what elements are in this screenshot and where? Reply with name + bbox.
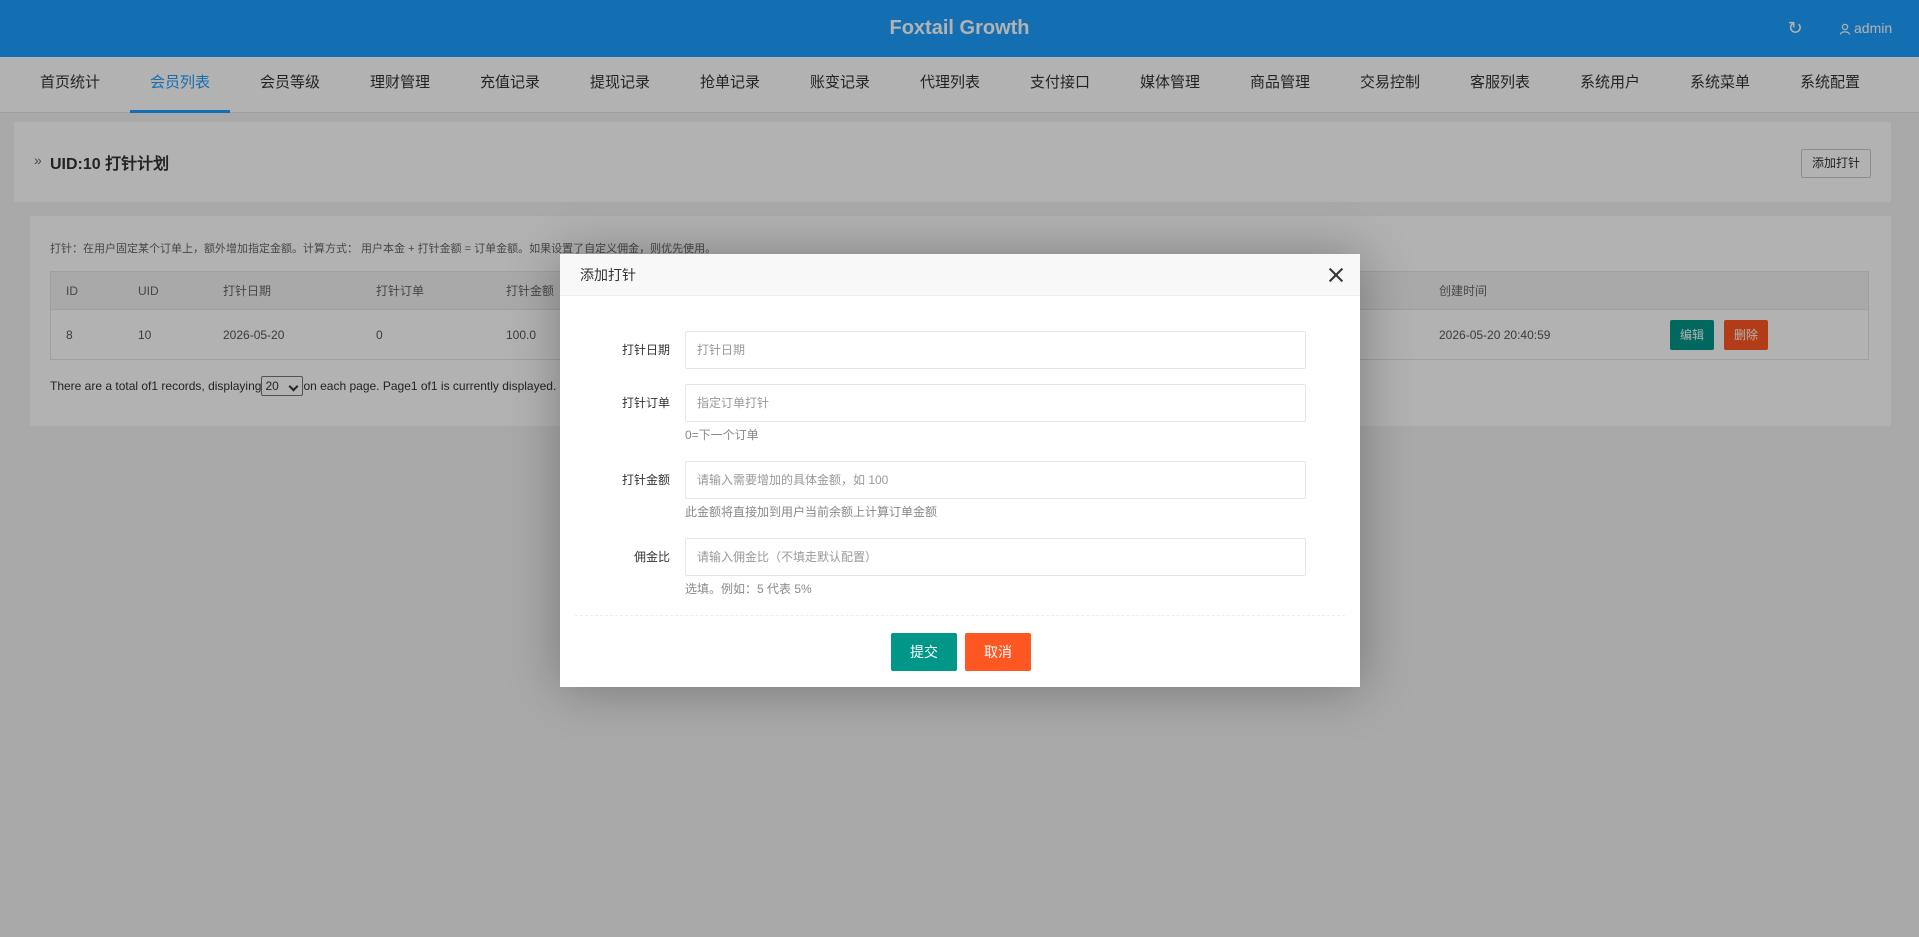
order-input[interactable] [685, 384, 1306, 422]
field-order-hint: 0=下一个订单 [685, 428, 759, 442]
amount-input[interactable] [685, 461, 1306, 499]
commission-input[interactable] [685, 538, 1306, 576]
submit-button[interactable]: 提交 [891, 633, 957, 671]
field-order-label: 打针订单 [621, 396, 670, 410]
cancel-button[interactable]: 取消 [965, 633, 1031, 671]
field-date-label: 打针日期 [621, 343, 670, 357]
field-commission-hint: 选填。例如：5 代表 5% [685, 582, 812, 596]
field-amount-label: 打针金额 [621, 473, 670, 487]
dialog-divider [575, 615, 1345, 616]
add-injection-dialog: 添加打针 打针日期 打针订单 0=下一个订单 打针金额 此金额将直接加到用户当前… [560, 254, 1360, 687]
close-icon[interactable] [1328, 267, 1344, 283]
field-commission-label: 佣金比 [633, 550, 670, 564]
dialog-title: 添加打针 [580, 267, 636, 283]
date-input[interactable] [685, 331, 1306, 369]
dialog-header: 添加打针 [560, 254, 1360, 296]
field-amount-hint: 此金额将直接加到用户当前余额上计算订单金额 [685, 505, 938, 519]
